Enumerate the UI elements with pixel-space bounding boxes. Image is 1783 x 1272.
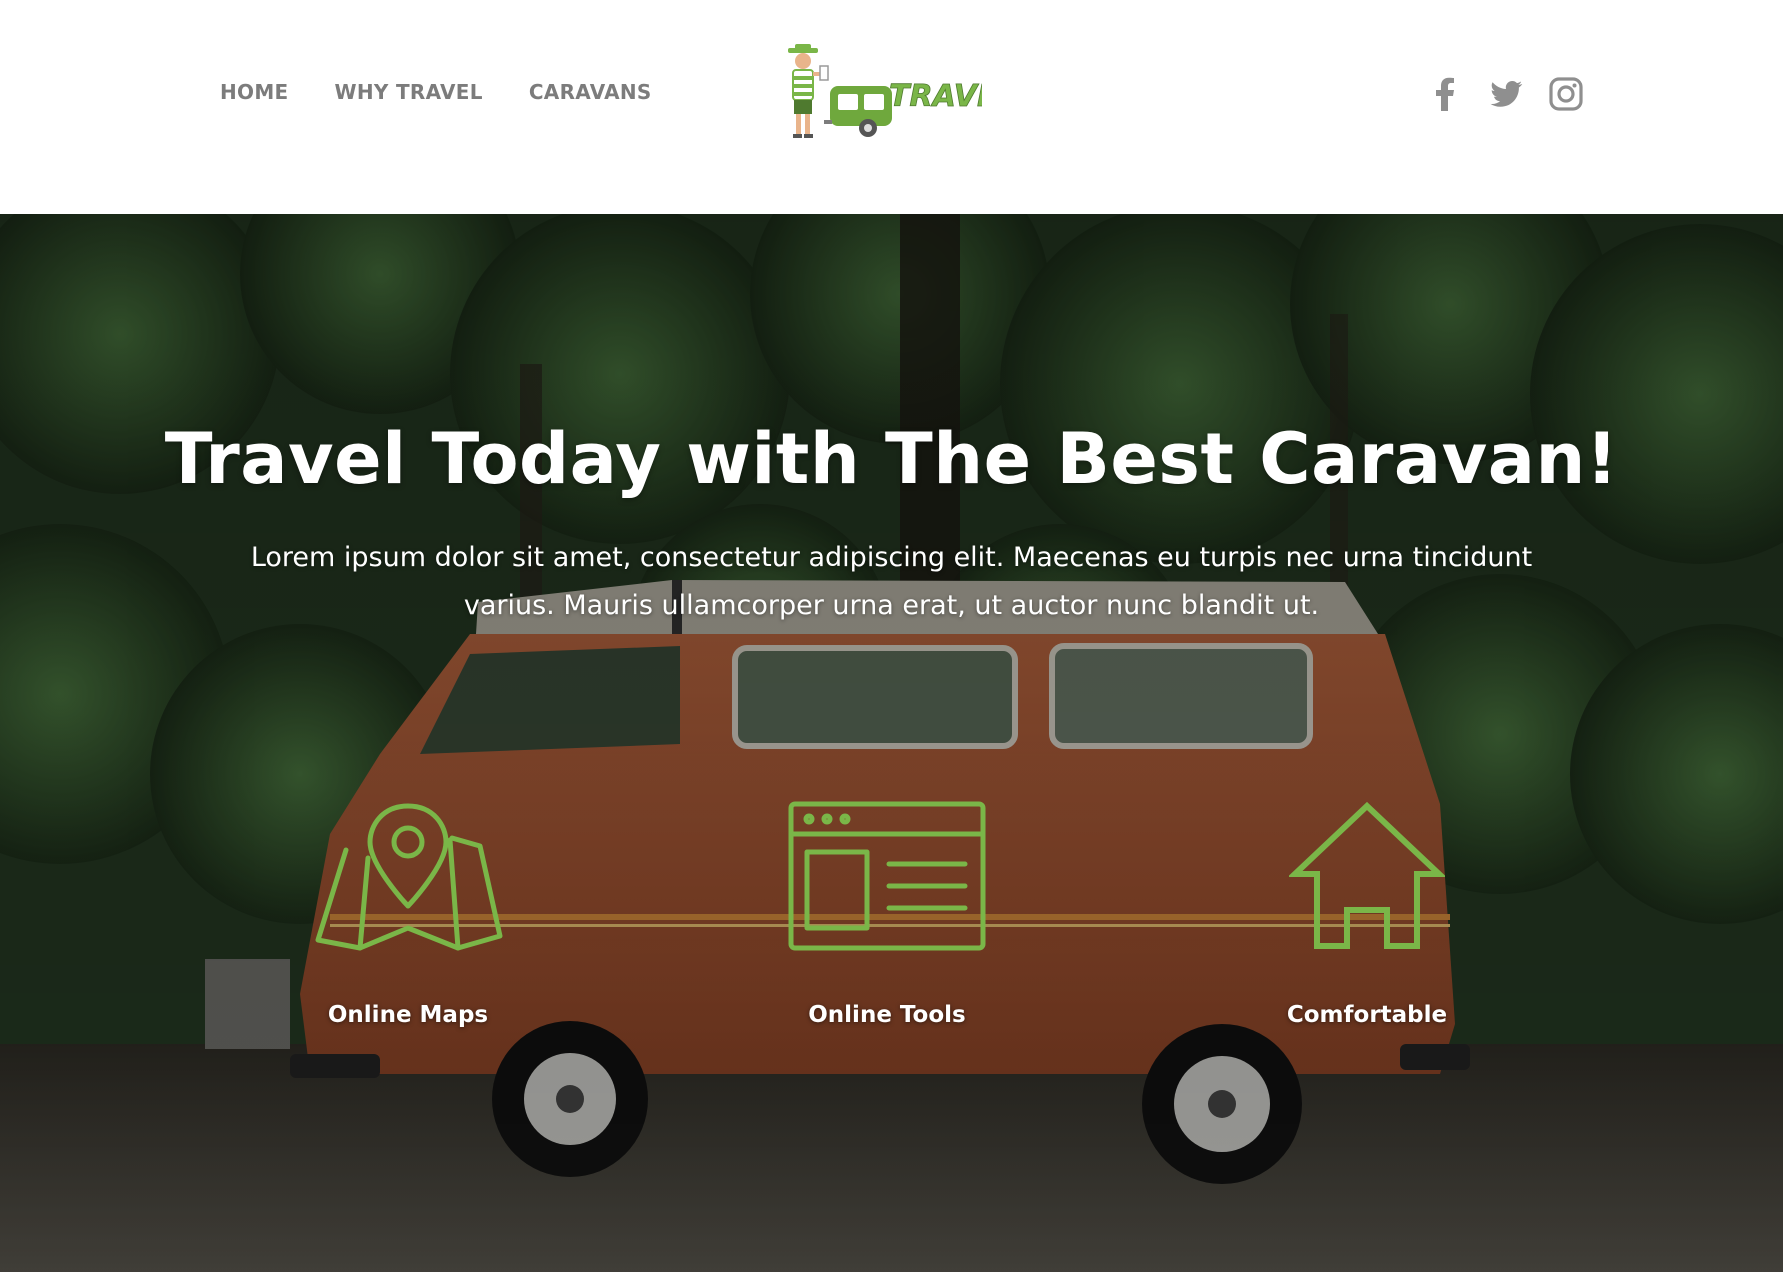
main-nav: HOME WHY TRAVEL CARAVANS	[220, 80, 652, 104]
hero-section: Travel Today with The Best Caravan! Lore…	[0, 214, 1783, 1272]
map-pin-icon	[315, 803, 503, 951]
hero-background-image	[0, 214, 1783, 1272]
feature-online-maps[interactable]: Online Maps	[293, 800, 523, 1028]
nav-home[interactable]: HOME	[220, 80, 289, 104]
site-header: HOME WHY TRAVEL CARAVANS TRAVEL	[0, 0, 1783, 214]
hero-subtitle: Lorem ipsum dolor sit amet, consectetur …	[250, 542, 1533, 621]
house-icon	[1289, 801, 1445, 949]
facebook-icon[interactable]	[1429, 76, 1463, 112]
site-logo[interactable]: TRAVEL	[782, 44, 982, 148]
instagram-icon[interactable]	[1549, 76, 1583, 112]
nav-caravans[interactable]: CARAVANS	[529, 80, 652, 104]
svg-text:TRAVEL: TRAVEL	[889, 79, 982, 114]
feature-online-tools[interactable]: Online Tools	[772, 800, 1002, 1028]
feature-label-comfortable: Comfortable	[1286, 1002, 1448, 1028]
feature-label-online-maps: Online Maps	[327, 1002, 489, 1028]
nav-why-travel[interactable]: WHY TRAVEL	[335, 80, 483, 104]
social-links	[1429, 76, 1583, 112]
browser-window-icon	[788, 801, 986, 951]
hero-title: Travel Today with The Best Caravan!	[164, 418, 1619, 500]
feature-comfortable[interactable]: Comfortable	[1252, 800, 1482, 1028]
feature-label-online-tools: Online Tools	[808, 1002, 966, 1028]
twitter-icon[interactable]	[1489, 76, 1523, 112]
